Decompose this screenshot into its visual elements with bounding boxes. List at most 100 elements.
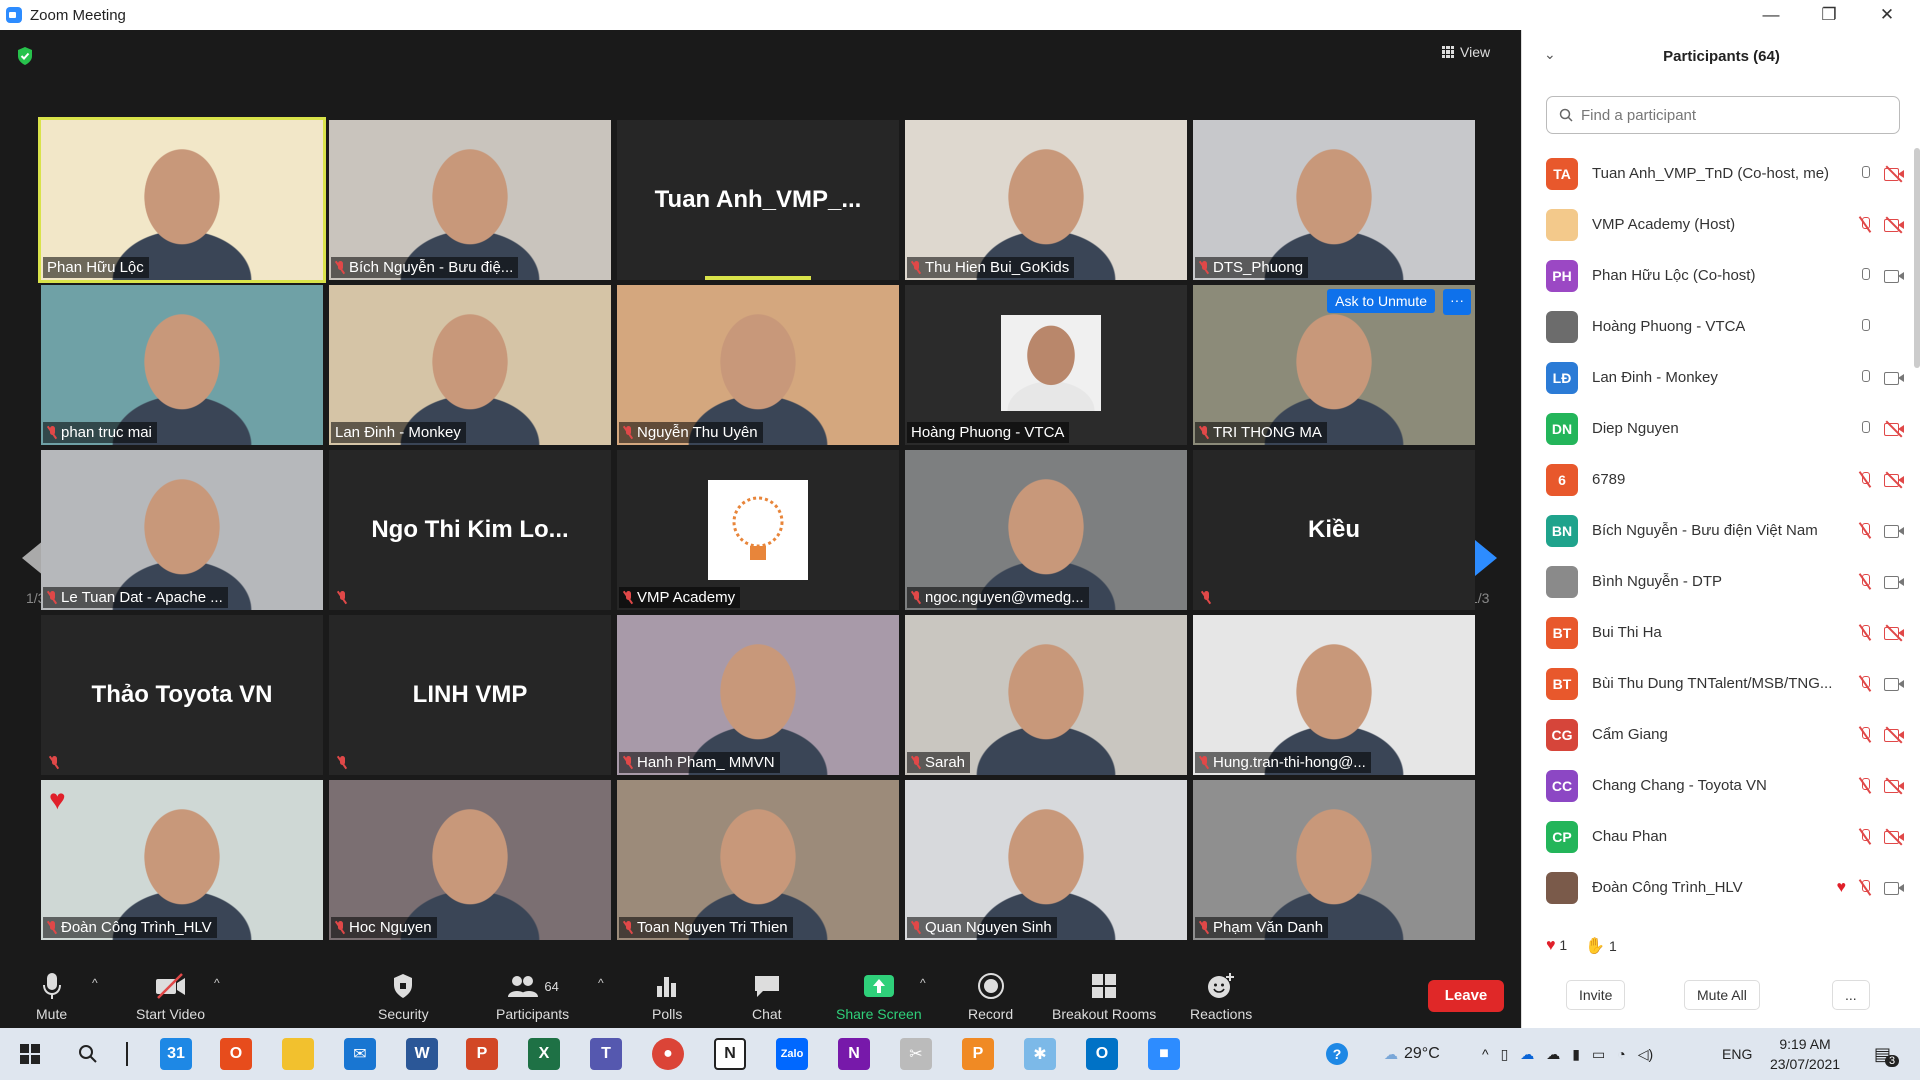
video-tile[interactable]: ngoc.nguyen@vmedg... [905,450,1187,610]
camera-icon[interactable] [1884,881,1904,895]
video-tile[interactable]: Đoàn Công Trình_HLV ♥ [41,780,323,940]
task-view-icon[interactable] [126,1042,128,1066]
participant-row[interactable]: LĐ Lan Đinh - Monkey [1522,352,1914,403]
taskbar-search-icon[interactable] [78,1044,98,1064]
video-tile[interactable]: Hoàng Phuong - VTCA [905,285,1187,445]
leave-button[interactable]: Leave [1428,980,1504,1012]
zoom-taskbar-icon[interactable]: ■ [1148,1038,1180,1070]
video-tile[interactable]: Thảo Toyota VN [41,615,323,775]
video-tile[interactable]: Nguyễn Thu Uyên [617,285,899,445]
mic-muted-icon[interactable] [1860,625,1870,640]
participant-row[interactable]: TA Tuan Anh_VMP_TnD (Co-host, me) [1522,148,1914,199]
camera-off-icon[interactable] [1884,471,1904,489]
video-tile[interactable]: Lan Đinh - Monkey [329,285,611,445]
polls-button[interactable]: Polls [652,970,682,1022]
outlook-app-icon[interactable]: O [1086,1038,1118,1070]
video-options-caret-icon[interactable]: ^ [214,976,220,990]
chat-button[interactable]: Chat [752,970,782,1022]
video-tile[interactable]: Sarah [905,615,1187,775]
video-tile[interactable]: Kiều [1193,450,1475,610]
participant-row[interactable]: PH Phan Hữu Lộc (Co-host) [1522,250,1914,301]
video-tile[interactable]: Phan Hữu Lộc [38,117,326,283]
mic-muted-icon[interactable] [1860,472,1870,487]
ask-to-unmute-button[interactable]: Ask to Unmute [1327,289,1435,313]
video-tile[interactable]: Hoc Nguyen [329,780,611,940]
breakout-rooms-button[interactable]: Breakout Rooms [1052,970,1156,1022]
share-screen-button[interactable]: Share Screen [836,970,922,1022]
mic-muted-icon[interactable] [1860,880,1870,895]
video-tile[interactable]: LINH VMP [329,615,611,775]
participant-row[interactable]: BT Bùi Thu Dung TNTalent/MSB/TNG... [1522,658,1914,709]
participant-row[interactable]: Hoàng Phuong - VTCA [1522,301,1914,352]
participants-button[interactable]: 64 Participants [496,970,569,1022]
video-tile[interactable]: VMP Academy [617,450,899,610]
zalo-app-icon[interactable]: Zalo [776,1038,808,1070]
participants-scrollbar[interactable] [1914,148,1920,368]
share-options-caret-icon[interactable]: ^ [920,976,926,990]
mic-icon[interactable] [1860,268,1870,283]
camera-off-icon[interactable] [1884,165,1904,183]
windows-start-icon[interactable] [20,1044,40,1064]
mic-icon[interactable] [1860,166,1870,181]
powerpoint-app-icon[interactable]: P [466,1038,498,1070]
teams-app-icon[interactable]: T [590,1038,622,1070]
camera-icon[interactable] [1884,524,1904,538]
camera-icon[interactable] [1884,575,1904,589]
participant-row[interactable]: VMP Academy (Host) [1522,199,1914,250]
participant-row[interactable]: CP Chau Phan [1522,811,1914,862]
video-tile[interactable]: Tuan Anh_VMP_... [617,120,899,280]
record-button[interactable]: Record [968,970,1013,1022]
input-language[interactable]: ENG [1722,1028,1752,1080]
mic-icon[interactable] [1860,319,1870,334]
video-tile[interactable]: Hung.tran-thi-hong@... [1193,615,1475,775]
mic-icon[interactable] [1860,370,1870,385]
video-tile[interactable]: Hanh Pham_ MMVN [617,615,899,775]
network-app-icon[interactable]: ✱ [1024,1038,1056,1070]
participant-search-box[interactable] [1546,96,1900,134]
mute-all-button[interactable]: Mute All [1684,980,1760,1010]
notification-center[interactable]: ▤ 3 [1874,1028,1900,1080]
encryption-shield-icon[interactable] [16,46,34,66]
mic-muted-icon[interactable] [1860,574,1870,589]
video-tile[interactable]: Le Tuan Dat - Apache ... [41,450,323,610]
video-tile[interactable]: Ngo Thi Kim Lo... [329,450,611,610]
camera-icon[interactable] [1884,677,1904,691]
panel-more-button[interactable]: ... [1832,980,1870,1010]
audio-options-caret-icon[interactable]: ^ [92,976,98,990]
camera-off-icon[interactable] [1884,828,1904,846]
tile-more-options-button[interactable]: ··· [1443,289,1471,315]
mail-app-icon[interactable]: ✉ [344,1038,376,1070]
view-button[interactable]: View [1442,44,1490,60]
video-tile[interactable]: Quan Nguyen Sinh [905,780,1187,940]
participant-row[interactable]: BT Bui Thi Ha [1522,607,1914,658]
camera-off-icon[interactable] [1884,777,1904,795]
restore-button[interactable]: ❐ [1800,0,1858,30]
camera-off-icon[interactable] [1884,216,1904,234]
system-tray-icons[interactable]: ^ ▯ ☁ ☁ ▮ ▭ ◔ ◁) [1482,1028,1653,1080]
onenote-app-icon[interactable]: N [838,1038,870,1070]
mute-button[interactable]: Mute [36,970,67,1022]
camera-off-icon[interactable] [1884,726,1904,744]
camera-icon[interactable] [1884,269,1904,283]
participant-row[interactable]: DN Diep Nguyen [1522,403,1914,454]
security-button[interactable]: Security [378,970,429,1022]
participant-row[interactable]: Bình Nguyễn - DTP [1522,556,1914,607]
close-button[interactable]: ✕ [1858,0,1916,30]
participant-row[interactable]: Đoàn Công Trình_HLV ♥ [1522,862,1914,913]
calendar-app-icon[interactable]: 31 [160,1038,192,1070]
excel-app-icon[interactable]: X [528,1038,560,1070]
search-input[interactable] [1581,106,1881,124]
help-icon[interactable]: ? [1326,1028,1348,1080]
word-app-icon[interactable]: W [406,1038,438,1070]
video-tile[interactable]: Phạm Văn Danh [1193,780,1475,940]
invite-button[interactable]: Invite [1566,980,1626,1010]
taskbar-clock[interactable]: 9:19 AM 23/07/2021 [1770,1034,1840,1074]
mic-muted-icon[interactable] [1860,727,1870,742]
pdf-app-icon[interactable]: P [962,1038,994,1070]
mic-muted-icon[interactable] [1860,217,1870,232]
minimize-button[interactable]: — [1742,0,1800,30]
camera-off-icon[interactable] [1884,624,1904,642]
mic-muted-icon[interactable] [1860,829,1870,844]
mic-muted-icon[interactable] [1860,523,1870,538]
file-explorer-icon[interactable] [282,1038,314,1070]
